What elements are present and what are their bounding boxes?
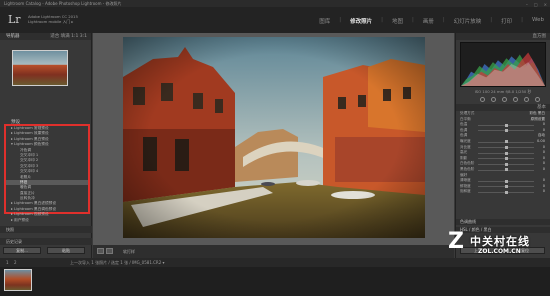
window-title: Lightroom Catalog - Adobe Photoshop Ligh… bbox=[4, 1, 122, 6]
module-slideshow[interactable]: 幻灯片放映 bbox=[454, 17, 482, 25]
histogram-graph bbox=[461, 52, 545, 86]
filmstrip-thumbnail[interactable] bbox=[4, 269, 32, 291]
module-separator: | bbox=[412, 17, 414, 23]
module-separator: | bbox=[490, 17, 493, 23]
zol-watermark: Z 中关村在线 ZOL.COM.CN bbox=[448, 226, 544, 266]
tone-curve-header[interactable]: 色调曲线 bbox=[456, 219, 550, 225]
histogram bbox=[460, 42, 546, 87]
adjustment-slider[interactable] bbox=[478, 140, 534, 144]
adjustment-slider[interactable] bbox=[478, 185, 534, 189]
slider-knob[interactable] bbox=[504, 151, 508, 155]
navigator-panel bbox=[0, 40, 91, 90]
slider-knob[interactable] bbox=[504, 140, 508, 144]
basic-header[interactable]: 基本 bbox=[456, 104, 550, 111]
radial-filter-icon[interactable] bbox=[524, 97, 529, 102]
identity-line-2[interactable]: Lightroom mobile 入门 ▸ bbox=[28, 19, 78, 24]
adjustment-slider[interactable] bbox=[478, 190, 534, 194]
page-2-button[interactable]: 2 bbox=[14, 258, 17, 267]
main-photo[interactable] bbox=[123, 37, 425, 238]
snapshots-header[interactable]: 快照 bbox=[0, 226, 92, 233]
top-bar: Lr Adobe Lightroom CC 2015 Lightroom mob… bbox=[0, 7, 550, 33]
snapshots-title: 快照 bbox=[6, 227, 14, 232]
zol-logo: Z bbox=[448, 229, 464, 254]
preset-folder[interactable]: ▸ 用户预设 bbox=[6, 218, 88, 223]
slider-knob[interactable] bbox=[504, 145, 508, 149]
window-titlebar: Lightroom Catalog - Adobe Photoshop Ligh… bbox=[0, 0, 550, 7]
histogram-header[interactable]: 直方图 bbox=[456, 33, 550, 40]
module-library[interactable]: 图库 bbox=[319, 17, 330, 25]
adjustment-slider[interactable] bbox=[478, 168, 534, 172]
adjustment-slider[interactable] bbox=[478, 129, 534, 133]
page-1-button[interactable]: 1 bbox=[6, 258, 9, 267]
slider-knob[interactable] bbox=[504, 162, 508, 166]
zoom-options[interactable]: 适合 填满 1:1 3:1 bbox=[50, 33, 87, 40]
loupe-view-icon[interactable] bbox=[97, 248, 104, 254]
histogram-title: 直方图 bbox=[532, 34, 547, 39]
slider-knob[interactable] bbox=[504, 185, 508, 189]
adjustment-slider[interactable] bbox=[478, 123, 534, 127]
slider-knob[interactable] bbox=[504, 168, 508, 172]
basic-row: 饱和度 0 bbox=[456, 189, 550, 195]
before-after-icon[interactable] bbox=[106, 248, 113, 254]
navigator-header[interactable]: 导航器 适合 填满 1:1 3:1 bbox=[0, 33, 91, 40]
filmstrip bbox=[0, 267, 550, 296]
module-develop[interactable]: 修改照片 bbox=[350, 17, 372, 25]
copy-button[interactable]: 复制... bbox=[3, 247, 41, 254]
module-separator: | bbox=[521, 17, 523, 23]
filmstrip-source[interactable]: 上一次导入 1 张照片 / 选定 1 张 / IMG_0581.CR2 ▾ bbox=[70, 258, 165, 267]
red-eye-icon[interactable] bbox=[502, 97, 507, 102]
venice-canal-photo bbox=[123, 37, 425, 238]
preset-items: ▸ Lightroom 常规预设 ▸ Lightroom 效果预设 ▸ Lightr… bbox=[6, 126, 88, 223]
module-map[interactable]: 地图 bbox=[392, 17, 403, 25]
left-panel-buttons: 复制... 粘贴 bbox=[3, 247, 85, 254]
adjustment-slider[interactable] bbox=[478, 145, 534, 149]
adjustment-brush-icon[interactable] bbox=[535, 97, 540, 102]
presets-list: ▸ Lightroom 常规预设 ▸ Lightroom 效果预设 ▸ Lightr… bbox=[4, 124, 90, 222]
module-book[interactable]: 画册 bbox=[423, 17, 434, 25]
right-panel: 直方图 ISO 100 24 mm f/8.0 1/250 秒 基本 处理方式彩… bbox=[455, 33, 550, 258]
slider-knob[interactable] bbox=[504, 129, 508, 133]
adjustment-slider[interactable] bbox=[478, 162, 534, 166]
graduated-filter-icon[interactable] bbox=[513, 97, 518, 102]
adjustment-slider[interactable] bbox=[478, 151, 534, 155]
develop-toolbar: 软打样 bbox=[93, 245, 454, 258]
paste-button[interactable]: 粘贴 bbox=[47, 247, 85, 254]
navigator-preview[interactable] bbox=[12, 50, 68, 86]
history-header[interactable]: 历史记录 bbox=[0, 238, 92, 245]
adjustment-slider[interactable] bbox=[478, 157, 534, 161]
adjustment-slider[interactable] bbox=[478, 179, 534, 183]
module-separator: | bbox=[339, 17, 342, 23]
photo-canvas bbox=[93, 33, 454, 245]
module-picker: 图库 | 修改照片 | 地图 | 画册 | 幻灯片放映 | 打印 | Web bbox=[319, 17, 544, 25]
module-separator: | bbox=[442, 17, 445, 23]
basic-row-label: 饱和度 bbox=[460, 189, 471, 194]
history-title: 历史记录 bbox=[6, 239, 22, 244]
lightroom-logo: Lr bbox=[8, 13, 21, 26]
module-print[interactable]: 打印 bbox=[501, 17, 512, 25]
slider-knob[interactable] bbox=[504, 179, 508, 183]
basic-row-value[interactable]: 0 bbox=[543, 189, 545, 195]
crop-tool-icon[interactable] bbox=[480, 97, 485, 102]
slider-knob[interactable] bbox=[504, 123, 508, 127]
identity-plate[interactable]: Adobe Lightroom CC 2015 Lightroom mobile… bbox=[28, 14, 78, 24]
basic-title: 基本 bbox=[537, 105, 546, 110]
view-mode-icons bbox=[97, 248, 113, 254]
develop-tool-strip bbox=[456, 95, 550, 104]
soft-proofing-toggle[interactable]: 软打样 bbox=[123, 249, 135, 255]
spot-removal-icon[interactable] bbox=[491, 97, 496, 102]
tone-curve-title: 色调曲线 bbox=[460, 219, 476, 224]
slider-knob[interactable] bbox=[504, 157, 508, 161]
navigator-title: 导航器 bbox=[6, 34, 20, 39]
slider-knob[interactable] bbox=[504, 190, 508, 194]
module-web[interactable]: Web bbox=[532, 17, 544, 25]
basic-panel: 处理方式 彩色 黑白 白平衡 原照设置 色温 0 色调 0 色调 自动 曝光度 0.00 对比度 0 高光 0… bbox=[456, 111, 550, 195]
watermark-text: 中关村在线 bbox=[470, 235, 530, 248]
module-separator: | bbox=[381, 17, 383, 23]
watermark-domain: ZOL.COM.CN bbox=[478, 248, 521, 255]
